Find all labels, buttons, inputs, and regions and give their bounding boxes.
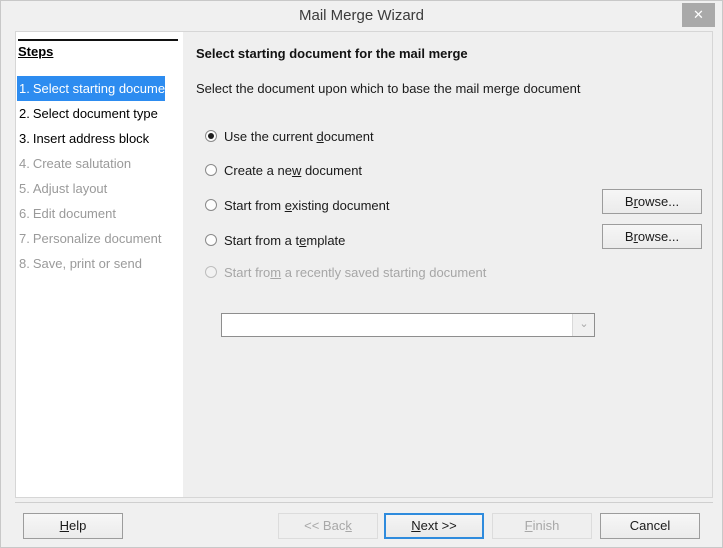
steps-heading: Steps	[18, 44, 54, 59]
step-number: 3.	[19, 131, 30, 146]
step-label: Insert address block	[32, 131, 150, 146]
radio-label: Create a new document	[224, 163, 363, 178]
radio-label: Start from a recently saved starting doc…	[224, 265, 487, 280]
step-number: 1.	[19, 81, 30, 96]
sidebar-item-adjust-layout: 5. Adjust layout	[16, 176, 184, 201]
radio-indicator	[205, 164, 217, 176]
step-label: Adjust layout	[32, 181, 108, 196]
finish-button: Finish	[492, 513, 592, 539]
sidebar-item-create-salutation: 4. Create salutation	[16, 151, 184, 176]
footer-button-bar: Help << Back Next >> Finish Cancel	[1, 503, 722, 547]
step-label: Edit document	[32, 206, 116, 221]
recent-document-dropdown-button[interactable]: ⌄	[572, 314, 594, 336]
radio-label: Start from a template	[224, 233, 346, 248]
page-title: Select starting document for the mail me…	[196, 46, 468, 61]
cancel-button[interactable]: Cancel	[600, 513, 700, 539]
step-number: 5.	[19, 181, 30, 196]
step-label: Save, print or send	[32, 256, 142, 271]
steps-sidebar: Steps 1. Select starting document 2. Selec…	[15, 31, 183, 498]
sidebar-item-select-document-type[interactable]: 2. Select document type	[16, 101, 184, 126]
dialog-body: Steps 1. Select starting document 2. Selec…	[1, 31, 722, 547]
browse-template-button[interactable]: Browse...	[602, 224, 702, 249]
mail-merge-wizard-dialog: Mail Merge Wizard ✕ Steps 1. Select start…	[0, 0, 723, 548]
step-number: 4.	[19, 156, 30, 171]
recent-document-combobox[interactable]: ⌄	[221, 313, 595, 337]
sidebar-item-select-starting-document[interactable]: 1. Select starting document	[17, 76, 176, 101]
cancel-button-label: Cancel	[629, 518, 671, 533]
step-number: 8.	[19, 256, 30, 271]
titlebar: Mail Merge Wizard ✕	[1, 1, 722, 31]
step-number: 6.	[19, 206, 30, 221]
step-label: Personalize document	[32, 231, 162, 246]
steps-divider	[18, 39, 178, 41]
steps-list: 1. Select starting document 2. Select docu…	[16, 76, 184, 276]
browse-button-label: Browse...	[624, 194, 680, 209]
page-description: Select the document upon which to base t…	[196, 81, 581, 96]
main-panel: Select starting document for the mail me…	[183, 31, 713, 498]
step-number: 2.	[19, 106, 30, 121]
help-button-label: Help	[59, 518, 87, 533]
radio-indicator	[205, 199, 217, 211]
finish-button-label: Finish	[524, 518, 560, 533]
browse-button-label: Browse...	[624, 229, 680, 244]
chevron-down-icon: ⌄	[579, 317, 589, 330]
next-button[interactable]: Next >>	[384, 513, 484, 539]
back-button-label: << Back	[304, 518, 352, 533]
next-button-label: Next >>	[411, 518, 457, 533]
radio-label: Start from existing document	[224, 198, 390, 213]
dialog-title: Mail Merge Wizard	[298, 7, 425, 24]
sidebar-item-save-print-or-send: 8. Save, print or send	[16, 251, 184, 276]
step-label: Select document type	[32, 106, 158, 121]
help-button[interactable]: Help	[23, 513, 123, 539]
back-button: << Back	[278, 513, 378, 539]
radio-indicator	[205, 234, 217, 246]
recent-document-input[interactable]	[222, 314, 570, 336]
sidebar-item-personalize-document: 7. Personalize document	[16, 226, 184, 251]
sidebar-item-edit-document: 6. Edit document	[16, 201, 184, 226]
radio-indicator	[205, 266, 217, 278]
close-icon: ✕	[693, 7, 704, 22]
sidebar-item-insert-address-block[interactable]: 3. Insert address block	[16, 126, 184, 151]
close-button[interactable]: ✕	[682, 3, 715, 27]
browse-existing-document-button[interactable]: Browse...	[602, 189, 702, 214]
radio-indicator	[205, 130, 217, 142]
step-number: 7.	[19, 231, 30, 246]
step-label: Select starting document	[32, 81, 176, 96]
radio-label: Use the current document	[224, 129, 374, 144]
step-label: Create salutation	[32, 156, 132, 171]
